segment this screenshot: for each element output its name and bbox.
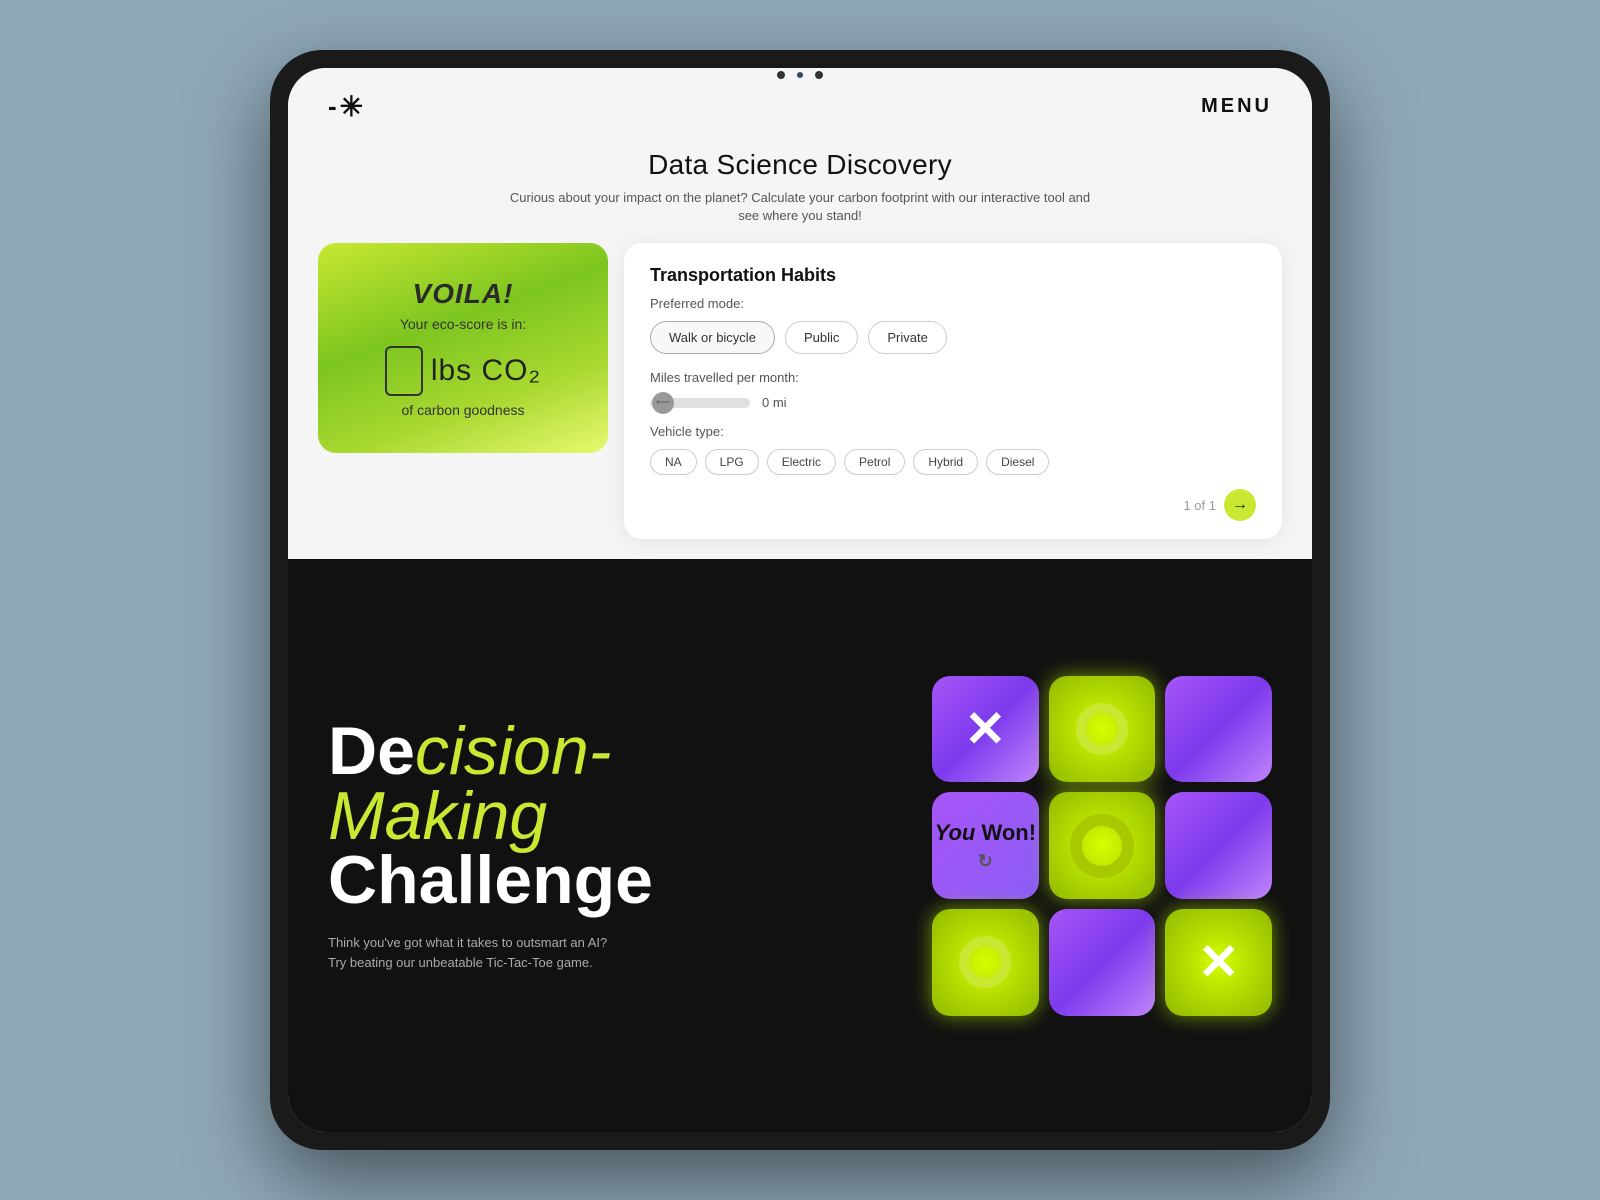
vehicle-diesel-button[interactable]: Diesel	[986, 449, 1049, 475]
vehicle-na-button[interactable]: NA	[650, 449, 697, 475]
preferred-mode-label: Preferred mode:	[650, 296, 1256, 311]
miles-slider-thumb[interactable]	[652, 392, 674, 414]
transport-card: Transportation Habits Preferred mode: Wa…	[624, 243, 1282, 539]
mode-private-button[interactable]: Private	[868, 321, 946, 354]
miles-slider-track[interactable]	[650, 398, 750, 408]
decision-title-line1: Decision-	[328, 719, 892, 784]
decision-subtitle: Think you've got what it takes to outsma…	[328, 933, 608, 972]
tablet-device: - ✳ MENU Data Science Discovery Curious …	[270, 50, 1330, 1150]
bottom-section: Decision- Making Challenge Think you've …	[288, 559, 1312, 1132]
page-title: Data Science Discovery	[308, 149, 1292, 181]
ttt-o-6	[959, 936, 1011, 988]
ttt-cell-7[interactable]	[1049, 909, 1156, 1016]
logo-asterisk-icon: ✳	[340, 90, 362, 123]
vehicle-buttons-group: NA LPG Electric Petrol Hybrid Diesel	[650, 449, 1256, 475]
content-row: VOILA! Your eco-score is in: lbs CO₂ of …	[288, 233, 1312, 559]
next-button[interactable]: →	[1224, 489, 1256, 521]
camera-dot-right	[815, 71, 823, 79]
transport-title: Transportation Habits	[650, 265, 1256, 286]
eco-goodness-text: of carbon goodness	[402, 402, 525, 418]
title-making: Making	[328, 784, 892, 849]
eco-score-card: VOILA! Your eco-score is in: lbs CO₂ of …	[318, 243, 608, 453]
vehicle-type-label: Vehicle type:	[650, 424, 1256, 439]
eco-score-box	[385, 346, 423, 396]
mode-public-button[interactable]: Public	[785, 321, 858, 354]
win-message: You Won! ↻	[935, 819, 1036, 873]
ttt-cell-2[interactable]	[1165, 676, 1272, 783]
ttt-cell-6[interactable]	[932, 909, 1039, 1016]
miles-slider-row: 0 mi	[650, 395, 1256, 410]
ttt-cell-8[interactable]: ✕	[1165, 909, 1272, 1016]
title-challenge: Challenge	[328, 848, 892, 913]
page-header: Data Science Discovery Curious about you…	[288, 133, 1312, 233]
ttt-x-0: ✕	[964, 704, 1006, 754]
ttt-cell-0[interactable]: ✕	[932, 676, 1039, 783]
win-won: Won!	[981, 820, 1036, 845]
decision-text-block: Decision- Making Challenge Think you've …	[328, 719, 892, 972]
pagination-text: 1 of 1	[1183, 498, 1216, 513]
vehicle-petrol-button[interactable]: Petrol	[844, 449, 905, 475]
tablet-screen: - ✳ MENU Data Science Discovery Curious …	[288, 68, 1312, 1132]
vehicle-hybrid-button[interactable]: Hybrid	[913, 449, 978, 475]
ttt-cell-4[interactable]	[1049, 792, 1156, 899]
vehicle-electric-button[interactable]: Electric	[767, 449, 836, 475]
ttt-o-4	[1070, 814, 1134, 878]
win-you: You	[935, 820, 976, 845]
camera-lens	[797, 72, 803, 78]
ttt-cell-1[interactable]	[1049, 676, 1156, 783]
eco-voila-text: VOILA!	[413, 278, 514, 310]
ttt-cell-3[interactable]: You Won! ↻	[932, 792, 1039, 899]
decision-title: Decision- Making Challenge	[328, 719, 892, 913]
ttt-x-8: ✕	[1198, 937, 1240, 987]
eco-score-unit: lbs CO₂	[431, 354, 541, 388]
mode-walk-bicycle-button[interactable]: Walk or bicycle	[650, 321, 775, 354]
top-section: - ✳ MENU Data Science Discovery Curious …	[288, 68, 1312, 559]
ttt-o-1	[1076, 703, 1128, 755]
win-text: You Won!	[935, 819, 1036, 848]
ttt-cell-5[interactable]	[1165, 792, 1272, 899]
page-subtitle: Curious about your impact on the planet?…	[500, 189, 1100, 225]
miles-label: Miles travelled per month:	[650, 370, 1256, 385]
tic-tac-toe-container: ✕ You Won! ↻	[932, 676, 1272, 1016]
camera-bar	[700, 68, 900, 82]
eco-score-label: Your eco-score is in:	[400, 316, 526, 332]
ttt-grid: ✕ You Won! ↻	[932, 676, 1272, 1016]
mode-buttons-group: Walk or bicycle Public Private	[650, 321, 1256, 354]
eco-score-display: lbs CO₂	[385, 346, 541, 396]
refresh-icon[interactable]: ↻	[935, 851, 1036, 872]
transport-footer: 1 of 1 →	[650, 489, 1256, 521]
logo-dash: -	[328, 91, 336, 122]
logo: - ✳	[328, 90, 362, 123]
miles-value: 0 mi	[762, 395, 787, 410]
vehicle-lpg-button[interactable]: LPG	[705, 449, 759, 475]
menu-button[interactable]: MENU	[1201, 95, 1272, 118]
camera-dot-left	[777, 71, 785, 79]
